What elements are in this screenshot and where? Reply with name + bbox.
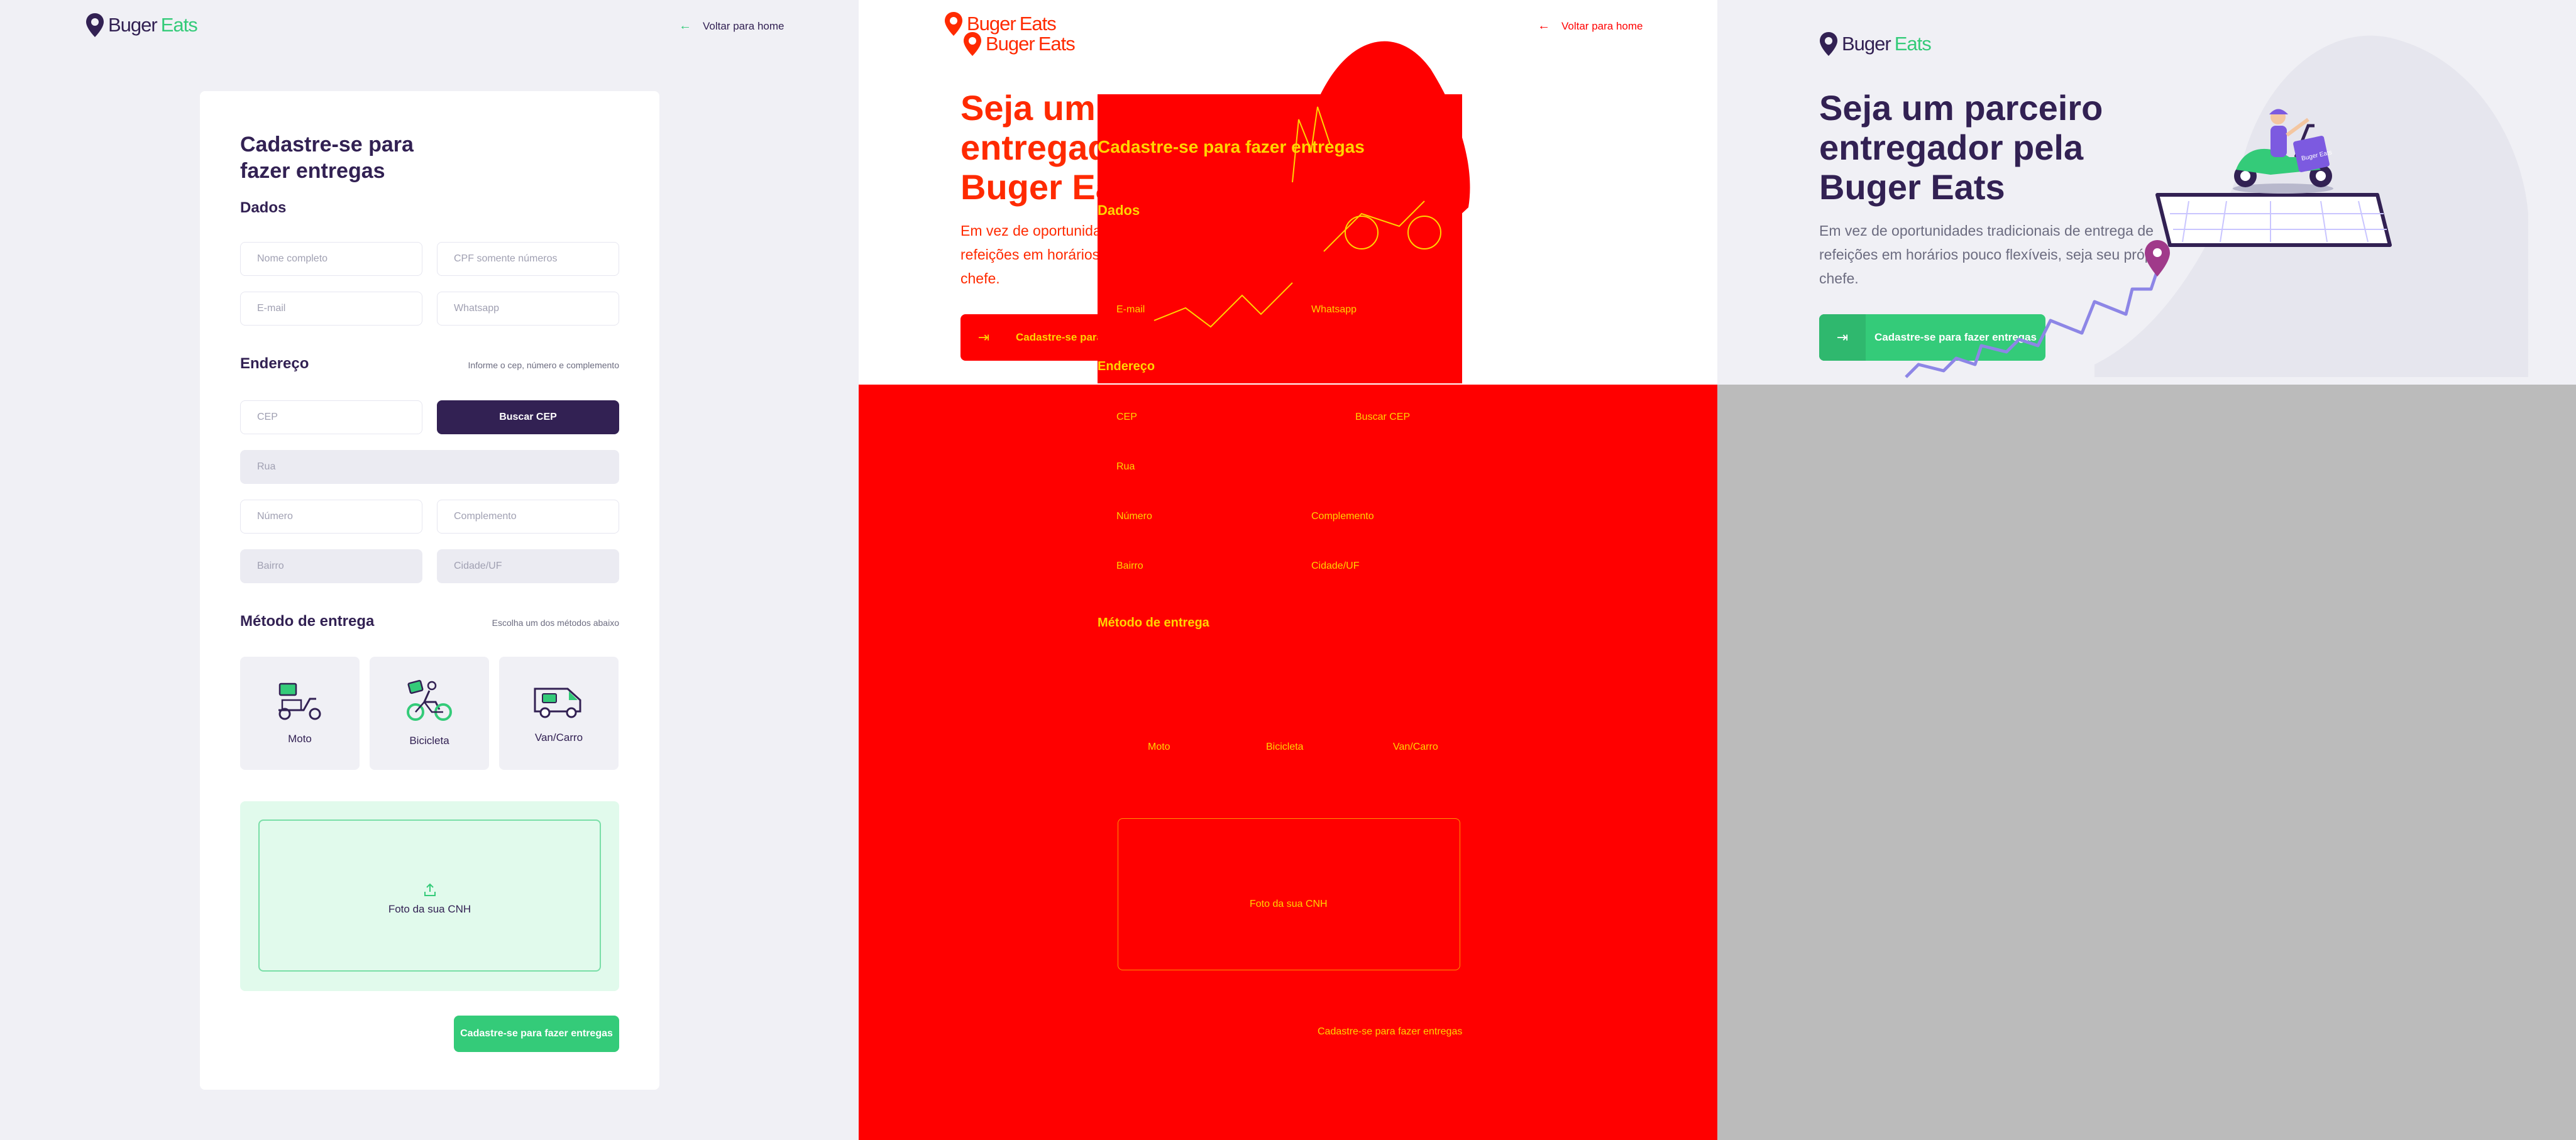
- cep-input[interactable]: CEP: [240, 400, 422, 434]
- diff-label-cep: CEP: [1116, 412, 1137, 422]
- diff-back-link: ← Voltar para home: [1538, 19, 1643, 33]
- map-pin-icon: [964, 32, 981, 56]
- diff-label-submit: Cadastre-se para fazer entregas: [1318, 1026, 1463, 1037]
- search-cep-button[interactable]: Buscar CEP: [437, 400, 619, 434]
- upload-icon: [424, 883, 436, 896]
- section-method-title: Método de entrega: [240, 613, 375, 630]
- address-hint: Informe o cep, número e complemento: [468, 360, 619, 370]
- diff-label-complement: Complemento: [1311, 511, 1374, 522]
- complement-input[interactable]: Complemento: [437, 500, 619, 534]
- diff-label-bicicleta: Bicicleta: [1266, 742, 1304, 752]
- map-pin-icon: [945, 12, 962, 36]
- diff-label-search-cep: Buscar CEP: [1355, 412, 1411, 422]
- map-pin-icon: [1820, 32, 1837, 56]
- diff-label-email: E-mail: [1116, 304, 1145, 315]
- brand-name-part1: Buger: [108, 14, 158, 36]
- method-bicicleta[interactable]: Bicicleta: [370, 657, 489, 770]
- district-input[interactable]: Bairro: [240, 549, 422, 583]
- enter-icon: ⇥: [977, 329, 990, 345]
- map-pin-icon: [86, 13, 104, 37]
- method-moto[interactable]: Moto: [240, 657, 360, 770]
- home-brand-name-part1: Buger: [1842, 33, 1891, 55]
- diff-dropzone-outline: [1118, 818, 1460, 970]
- diff-label-van: Van/Carro: [1393, 742, 1438, 752]
- diff-label-number: Número: [1116, 511, 1152, 522]
- brand-name-part2: Eats: [160, 14, 198, 36]
- method-van[interactable]: Van/Carro: [499, 657, 619, 770]
- method-van-label: Van/Carro: [534, 732, 583, 743]
- name-input[interactable]: Nome completo: [240, 242, 422, 276]
- diff-label-whatsapp: Whatsapp: [1311, 304, 1357, 315]
- diff-label-city: Cidade/UF: [1311, 561, 1360, 571]
- number-input[interactable]: Número: [240, 500, 422, 534]
- diff-label-upload: Foto da sua CNH: [1250, 899, 1328, 909]
- home-brand-logo[interactable]: Buger Eats: [1819, 31, 1932, 57]
- form-title: Cadastre-se para fazer entregas: [240, 133, 414, 183]
- diff-overlay-panel: Buger Eats Buger Eats ← Voltar para home S…: [859, 0, 1717, 1140]
- delivery-illustration: Buger Eats: [1905, 109, 2392, 378]
- diff-label-method: Método de entrega: [1098, 616, 1209, 630]
- whatsapp-input[interactable]: Whatsapp: [437, 292, 619, 326]
- method-bicicleta-label: Bicicleta: [409, 735, 449, 747]
- section-dados-title: Dados: [240, 199, 287, 216]
- diff-label-address: Endereço: [1098, 359, 1155, 373]
- cnh-upload-dropzone[interactable]: Foto da sua CNH: [240, 801, 619, 991]
- bicycle-courier-icon: [407, 679, 452, 721]
- submit-button[interactable]: Cadastre-se para fazer entregas: [454, 1016, 619, 1052]
- back-home-link[interactable]: ← Voltar para home: [679, 19, 784, 33]
- scooter-icon: [278, 682, 321, 720]
- diff-illustration-shape: [1098, 41, 1470, 383]
- signup-card: Cadastre-se para fazer entregas Dados No…: [200, 91, 659, 1090]
- method-moto-label: Moto: [288, 733, 312, 745]
- cpf-input[interactable]: CPF somente números: [437, 242, 619, 276]
- brand-logo[interactable]: Buger Eats: [85, 13, 198, 38]
- method-hint: Escolha um dos métodos abaixo: [492, 618, 619, 628]
- form-page: Buger Eats ← Voltar para home Cadastre-se…: [0, 0, 859, 1140]
- diff-label-district: Bairro: [1116, 561, 1143, 571]
- van-icon: [534, 688, 581, 718]
- diff-label-street: Rua: [1116, 461, 1135, 472]
- cnh-upload-label: Foto da sua CNH: [388, 903, 471, 915]
- section-address-title: Endereço: [240, 355, 309, 372]
- diff-back-label: Voltar para home: [1561, 19, 1643, 32]
- arrow-left-icon: ←: [1538, 19, 1550, 33]
- diff-label-moto: Moto: [1148, 742, 1170, 752]
- diff-label-dados: Dados: [1098, 202, 1140, 218]
- email-input[interactable]: E-mail: [240, 292, 422, 326]
- enter-icon: ⇥: [1819, 314, 1866, 361]
- home-page: Buger Eats Seja um parceiro entregador pe…: [1717, 0, 2576, 1140]
- diff-form-title: Cadastre-se para fazer entregas: [1098, 137, 1365, 156]
- back-home-label: Voltar para home: [703, 19, 784, 32]
- city-uf-input[interactable]: Cidade/UF: [437, 549, 619, 583]
- home-brand-name-part2: Eats: [1894, 33, 1932, 55]
- street-input[interactable]: Rua: [240, 450, 619, 484]
- arrow-left-icon: ←: [679, 19, 691, 33]
